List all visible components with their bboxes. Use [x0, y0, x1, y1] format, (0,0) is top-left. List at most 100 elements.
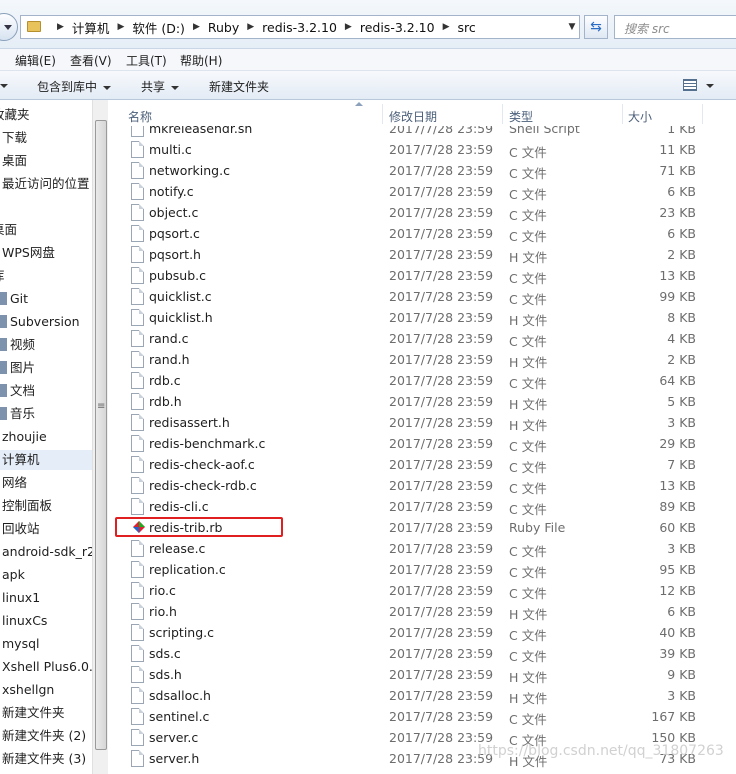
sidebar-item[interactable]: 图片 — [0, 358, 92, 378]
column-size[interactable]: 大小 — [628, 108, 652, 125]
column-divider[interactable] — [622, 104, 623, 124]
sidebar-item[interactable]: 计算机 — [0, 450, 92, 470]
back-button[interactable] — [0, 13, 18, 41]
sidebar-item[interactable]: apk — [0, 565, 92, 585]
file-icon — [131, 624, 144, 641]
file-size: 40 KB — [659, 625, 696, 640]
file-row[interactable]: sdsalloc.h 2017/7/28 23:59 H 文件 3 KB — [108, 685, 736, 706]
sidebar-item[interactable]: 控制面板 — [0, 496, 92, 516]
sidebar-item[interactable]: 网络 — [0, 473, 92, 493]
sidebar-item[interactable]: 视频 — [0, 335, 92, 355]
file-row[interactable]: replication.c 2017/7/28 23:59 C 文件 95 KB — [108, 559, 736, 580]
sidebar-item[interactable]: mysql — [0, 634, 92, 654]
include-library-button[interactable]: 包含到库中 — [37, 78, 112, 95]
chevron-right-icon[interactable]: ▶ — [117, 22, 124, 32]
menu-tools[interactable]: 工具(T) — [126, 52, 167, 69]
file-row[interactable]: rand.h 2017/7/28 23:59 H 文件 2 KB — [108, 349, 736, 370]
file-row[interactable]: redis-benchmark.c 2017/7/28 23:59 C 文件 29 K… — [108, 433, 736, 454]
sidebar-item[interactable]: 库 — [0, 266, 92, 286]
file-row[interactable]: rdb.h 2017/7/28 23:59 H 文件 5 KB — [108, 391, 736, 412]
file-type: C 文件 — [509, 376, 547, 391]
sidebar-item[interactable]: 新建文件夹 (2) — [0, 726, 92, 746]
sidebar-item[interactable]: Git — [0, 289, 92, 309]
column-divider[interactable] — [702, 104, 703, 124]
file-row[interactable]: redis-check-rdb.c 2017/7/28 23:59 C 文件 13 K… — [108, 475, 736, 496]
sidebar-item[interactable]: linuxCs — [0, 611, 92, 631]
sidebar-item[interactable]: linux1 — [0, 588, 92, 608]
share-button[interactable]: 共享 — [141, 78, 180, 95]
column-date[interactable]: 修改日期 — [389, 108, 437, 125]
file-row[interactable]: rand.c 2017/7/28 23:59 C 文件 4 KB — [108, 328, 736, 349]
breadcrumb-item[interactable]: src — [458, 20, 476, 35]
breadcrumb-item[interactable]: redis-3.2.10 — [262, 20, 337, 35]
sidebar-item[interactable]: 新建文件夹 (3) — [0, 749, 92, 769]
menu-help[interactable]: 帮助(H) — [180, 52, 222, 69]
file-row[interactable]: quicklist.c 2017/7/28 23:59 C 文件 99 KB — [108, 286, 736, 307]
new-folder-button[interactable]: 新建文件夹 — [209, 78, 269, 95]
sidebar-item[interactable]: 收藏夹 — [0, 105, 92, 125]
sidebar-item[interactable]: 下载 — [0, 128, 92, 148]
file-row[interactable]: networking.c 2017/7/28 23:59 C 文件 71 KB — [108, 160, 736, 181]
sidebar-item[interactable]: 回收站 — [0, 519, 92, 539]
organize-caret-icon[interactable] — [0, 78, 8, 92]
menu-edit[interactable]: 编辑(E) — [15, 52, 56, 69]
file-row[interactable]: rio.c 2017/7/28 23:59 C 文件 12 KB — [108, 580, 736, 601]
column-divider[interactable] — [502, 104, 503, 124]
sidebar-item[interactable]: xshellgn — [0, 680, 92, 700]
column-name[interactable]: 名称 — [128, 108, 152, 125]
sidebar-item[interactable]: Xshell Plus6.0.0 — [0, 657, 92, 677]
file-row[interactable]: sds.h 2017/7/28 23:59 H 文件 9 KB — [108, 664, 736, 685]
sidebar-item[interactable]: WPS网盘 — [0, 243, 92, 263]
sidebar-item[interactable]: Subversion — [0, 312, 92, 332]
file-row[interactable]: object.c 2017/7/28 23:59 C 文件 23 KB — [108, 202, 736, 223]
file-size: 2 KB — [667, 352, 696, 367]
refresh-icon[interactable]: ⇆ — [584, 15, 608, 39]
navigation-scrollbar[interactable] — [92, 100, 108, 774]
breadcrumb-item[interactable]: Ruby — [208, 20, 239, 35]
chevron-right-icon[interactable]: ▶ — [57, 22, 64, 32]
file-row[interactable]: redisassert.h 2017/7/28 23:59 H 文件 3 KB — [108, 412, 736, 433]
file-row[interactable]: scripting.c 2017/7/28 23:59 C 文件 40 KB — [108, 622, 736, 643]
breadcrumb-item[interactable]: 软件 (D:) — [132, 18, 185, 37]
file-row[interactable]: rio.h 2017/7/28 23:59 H 文件 6 KB — [108, 601, 736, 622]
search-input[interactable]: 搜索 src — [614, 15, 736, 39]
breadcrumb-item[interactable]: redis-3.2.10 — [360, 20, 435, 35]
file-row[interactable]: sds.c 2017/7/28 23:59 C 文件 39 KB — [108, 643, 736, 664]
view-options-icon[interactable] — [683, 79, 697, 91]
file-row[interactable]: pqsort.h 2017/7/28 23:59 H 文件 2 KB — [108, 244, 736, 265]
scrollbar-thumb[interactable] — [95, 120, 107, 750]
sidebar-item[interactable]: zhoujie — [0, 427, 92, 447]
file-row[interactable]: redis-check-aof.c 2017/7/28 23:59 C 文件 7 KB — [108, 454, 736, 475]
file-row[interactable]: quicklist.h 2017/7/28 23:59 H 文件 8 KB — [108, 307, 736, 328]
view-options-caret-icon[interactable] — [706, 78, 714, 92]
file-date: 2017/7/28 23:59 — [389, 394, 494, 409]
address-bar[interactable]: ▶ 计算机 ▶ 软件 (D:) ▶ Ruby ▶ redis-3.2.10 ▶ … — [20, 15, 580, 39]
column-type[interactable]: 类型 — [509, 108, 533, 125]
menu-view[interactable]: 查看(V) — [70, 52, 112, 69]
file-row[interactable]: pqsort.c 2017/7/28 23:59 C 文件 6 KB — [108, 223, 736, 244]
chevron-right-icon[interactable]: ▶ — [443, 22, 450, 32]
file-row[interactable]: redis-cli.c 2017/7/28 23:59 C 文件 89 KB — [108, 496, 736, 517]
file-row[interactable]: rdb.c 2017/7/28 23:59 C 文件 64 KB — [108, 370, 736, 391]
sidebar-item[interactable]: 最近访问的位置 — [0, 174, 92, 194]
column-divider[interactable] — [382, 104, 383, 124]
sidebar-item[interactable]: 音乐 — [0, 404, 92, 424]
chevron-right-icon[interactable]: ▶ — [247, 22, 254, 32]
address-dropdown-icon[interactable]: ▼ — [565, 16, 579, 38]
file-row[interactable]: release.c 2017/7/28 23:59 C 文件 3 KB — [108, 538, 736, 559]
sidebar-item[interactable]: android-sdk_r2 — [0, 542, 92, 562]
chevron-right-icon[interactable]: ▶ — [193, 22, 200, 32]
file-row[interactable]: pubsub.c 2017/7/28 23:59 C 文件 13 KB — [108, 265, 736, 286]
file-row[interactable]: notify.c 2017/7/28 23:59 C 文件 6 KB — [108, 181, 736, 202]
file-size: 9 KB — [667, 667, 696, 682]
sidebar-item[interactable]: 文档 — [0, 381, 92, 401]
breadcrumb-item[interactable]: 计算机 — [72, 18, 110, 37]
sidebar-item[interactable]: 桌面 — [0, 220, 92, 240]
file-size: 6 KB — [667, 604, 696, 619]
sidebar-item[interactable]: 桌面 — [0, 151, 92, 171]
file-row[interactable]: mkreleasehdr.sh 2017/7/28 23:59 Shell Scri… — [108, 126, 736, 139]
sidebar-item[interactable]: 新建文件夹 — [0, 703, 92, 723]
file-row[interactable]: sentinel.c 2017/7/28 23:59 C 文件 167 KB — [108, 706, 736, 727]
file-row[interactable]: multi.c 2017/7/28 23:59 C 文件 11 KB — [108, 139, 736, 160]
chevron-right-icon[interactable]: ▶ — [345, 22, 352, 32]
